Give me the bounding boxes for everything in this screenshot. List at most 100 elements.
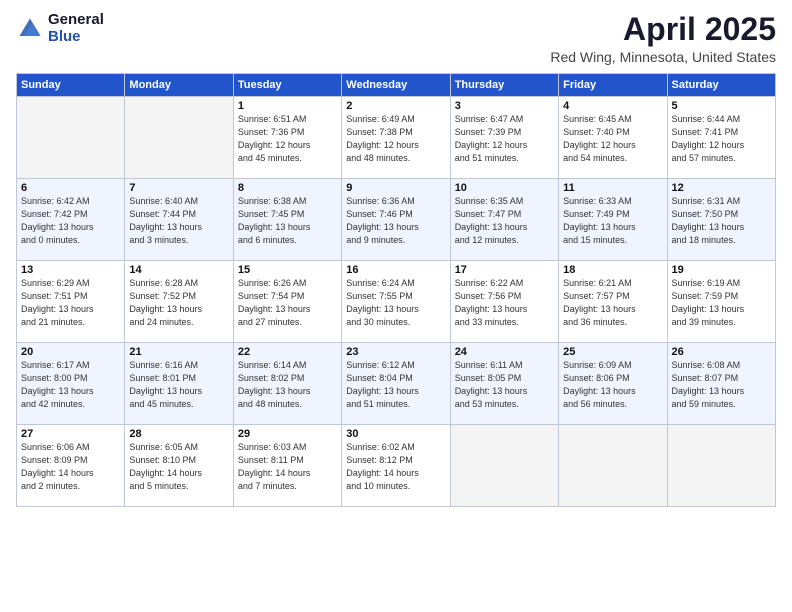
day-info: Sunrise: 6:14 AM Sunset: 8:02 PM Dayligh… (238, 359, 337, 411)
day-info: Sunrise: 6:31 AM Sunset: 7:50 PM Dayligh… (672, 195, 771, 247)
logo: General Blue (16, 12, 104, 45)
calendar-table: SundayMondayTuesdayWednesdayThursdayFrid… (16, 73, 776, 507)
day-cell: 17Sunrise: 6:22 AM Sunset: 7:56 PM Dayli… (450, 261, 558, 343)
day-cell: 10Sunrise: 6:35 AM Sunset: 7:47 PM Dayli… (450, 179, 558, 261)
day-info: Sunrise: 6:11 AM Sunset: 8:05 PM Dayligh… (455, 359, 554, 411)
day-number: 17 (455, 264, 554, 276)
day-info: Sunrise: 6:47 AM Sunset: 7:39 PM Dayligh… (455, 113, 554, 165)
day-number: 7 (129, 182, 228, 194)
day-info: Sunrise: 6:08 AM Sunset: 8:07 PM Dayligh… (672, 359, 771, 411)
day-number: 8 (238, 182, 337, 194)
page: General Blue April 2025 Red Wing, Minnes… (0, 0, 792, 612)
day-info: Sunrise: 6:44 AM Sunset: 7:41 PM Dayligh… (672, 113, 771, 165)
day-number: 20 (21, 346, 120, 358)
day-number: 23 (346, 346, 445, 358)
day-info: Sunrise: 6:24 AM Sunset: 7:55 PM Dayligh… (346, 277, 445, 329)
day-cell: 26Sunrise: 6:08 AM Sunset: 8:07 PM Dayli… (667, 343, 775, 425)
day-info: Sunrise: 6:51 AM Sunset: 7:36 PM Dayligh… (238, 113, 337, 165)
day-number: 30 (346, 428, 445, 440)
day-cell: 14Sunrise: 6:28 AM Sunset: 7:52 PM Dayli… (125, 261, 233, 343)
day-cell (667, 425, 775, 507)
week-row-3: 13Sunrise: 6:29 AM Sunset: 7:51 PM Dayli… (17, 261, 776, 343)
day-cell: 4Sunrise: 6:45 AM Sunset: 7:40 PM Daylig… (559, 97, 667, 179)
day-number: 29 (238, 428, 337, 440)
day-cell: 29Sunrise: 6:03 AM Sunset: 8:11 PM Dayli… (233, 425, 341, 507)
day-info: Sunrise: 6:06 AM Sunset: 8:09 PM Dayligh… (21, 441, 120, 493)
day-cell: 21Sunrise: 6:16 AM Sunset: 8:01 PM Dayli… (125, 343, 233, 425)
col-header-saturday: Saturday (667, 74, 775, 97)
header: General Blue April 2025 Red Wing, Minnes… (16, 12, 776, 65)
day-number: 11 (563, 182, 662, 194)
day-number: 9 (346, 182, 445, 194)
title-location: Red Wing, Minnesota, United States (550, 49, 776, 65)
day-info: Sunrise: 6:05 AM Sunset: 8:10 PM Dayligh… (129, 441, 228, 493)
day-number: 22 (238, 346, 337, 358)
logo-general: General (48, 12, 104, 29)
header-row: SundayMondayTuesdayWednesdayThursdayFrid… (17, 74, 776, 97)
col-header-sunday: Sunday (17, 74, 125, 97)
day-number: 2 (346, 100, 445, 112)
day-number: 26 (672, 346, 771, 358)
week-row-4: 20Sunrise: 6:17 AM Sunset: 8:00 PM Dayli… (17, 343, 776, 425)
col-header-friday: Friday (559, 74, 667, 97)
day-cell (17, 97, 125, 179)
day-cell: 19Sunrise: 6:19 AM Sunset: 7:59 PM Dayli… (667, 261, 775, 343)
day-cell: 3Sunrise: 6:47 AM Sunset: 7:39 PM Daylig… (450, 97, 558, 179)
day-cell: 28Sunrise: 6:05 AM Sunset: 8:10 PM Dayli… (125, 425, 233, 507)
day-info: Sunrise: 6:21 AM Sunset: 7:57 PM Dayligh… (563, 277, 662, 329)
day-number: 13 (21, 264, 120, 276)
day-number: 10 (455, 182, 554, 194)
title-block: April 2025 Red Wing, Minnesota, United S… (550, 12, 776, 65)
day-cell: 25Sunrise: 6:09 AM Sunset: 8:06 PM Dayli… (559, 343, 667, 425)
day-number: 28 (129, 428, 228, 440)
day-info: Sunrise: 6:02 AM Sunset: 8:12 PM Dayligh… (346, 441, 445, 493)
day-cell: 22Sunrise: 6:14 AM Sunset: 8:02 PM Dayli… (233, 343, 341, 425)
logo-icon (16, 15, 44, 43)
day-cell: 9Sunrise: 6:36 AM Sunset: 7:46 PM Daylig… (342, 179, 450, 261)
day-cell: 16Sunrise: 6:24 AM Sunset: 7:55 PM Dayli… (342, 261, 450, 343)
day-number: 3 (455, 100, 554, 112)
day-info: Sunrise: 6:29 AM Sunset: 7:51 PM Dayligh… (21, 277, 120, 329)
day-number: 5 (672, 100, 771, 112)
day-cell (450, 425, 558, 507)
day-cell: 30Sunrise: 6:02 AM Sunset: 8:12 PM Dayli… (342, 425, 450, 507)
day-number: 1 (238, 100, 337, 112)
day-cell: 2Sunrise: 6:49 AM Sunset: 7:38 PM Daylig… (342, 97, 450, 179)
week-row-1: 1Sunrise: 6:51 AM Sunset: 7:36 PM Daylig… (17, 97, 776, 179)
day-cell: 11Sunrise: 6:33 AM Sunset: 7:49 PM Dayli… (559, 179, 667, 261)
day-number: 27 (21, 428, 120, 440)
day-info: Sunrise: 6:36 AM Sunset: 7:46 PM Dayligh… (346, 195, 445, 247)
logo-text: General Blue (48, 12, 104, 45)
day-cell: 23Sunrise: 6:12 AM Sunset: 8:04 PM Dayli… (342, 343, 450, 425)
day-info: Sunrise: 6:35 AM Sunset: 7:47 PM Dayligh… (455, 195, 554, 247)
day-number: 19 (672, 264, 771, 276)
day-number: 12 (672, 182, 771, 194)
day-info: Sunrise: 6:22 AM Sunset: 7:56 PM Dayligh… (455, 277, 554, 329)
day-info: Sunrise: 6:28 AM Sunset: 7:52 PM Dayligh… (129, 277, 228, 329)
day-cell: 5Sunrise: 6:44 AM Sunset: 7:41 PM Daylig… (667, 97, 775, 179)
week-row-5: 27Sunrise: 6:06 AM Sunset: 8:09 PM Dayli… (17, 425, 776, 507)
day-cell: 20Sunrise: 6:17 AM Sunset: 8:00 PM Dayli… (17, 343, 125, 425)
col-header-wednesday: Wednesday (342, 74, 450, 97)
day-number: 15 (238, 264, 337, 276)
day-cell: 15Sunrise: 6:26 AM Sunset: 7:54 PM Dayli… (233, 261, 341, 343)
title-month: April 2025 (550, 12, 776, 47)
day-info: Sunrise: 6:12 AM Sunset: 8:04 PM Dayligh… (346, 359, 445, 411)
day-cell: 6Sunrise: 6:42 AM Sunset: 7:42 PM Daylig… (17, 179, 125, 261)
day-number: 21 (129, 346, 228, 358)
week-row-2: 6Sunrise: 6:42 AM Sunset: 7:42 PM Daylig… (17, 179, 776, 261)
col-header-tuesday: Tuesday (233, 74, 341, 97)
day-cell: 13Sunrise: 6:29 AM Sunset: 7:51 PM Dayli… (17, 261, 125, 343)
day-info: Sunrise: 6:40 AM Sunset: 7:44 PM Dayligh… (129, 195, 228, 247)
day-info: Sunrise: 6:33 AM Sunset: 7:49 PM Dayligh… (563, 195, 662, 247)
day-info: Sunrise: 6:42 AM Sunset: 7:42 PM Dayligh… (21, 195, 120, 247)
logo-blue: Blue (48, 29, 104, 46)
day-info: Sunrise: 6:26 AM Sunset: 7:54 PM Dayligh… (238, 277, 337, 329)
col-header-monday: Monday (125, 74, 233, 97)
day-info: Sunrise: 6:49 AM Sunset: 7:38 PM Dayligh… (346, 113, 445, 165)
day-cell (125, 97, 233, 179)
day-info: Sunrise: 6:45 AM Sunset: 7:40 PM Dayligh… (563, 113, 662, 165)
day-info: Sunrise: 6:17 AM Sunset: 8:00 PM Dayligh… (21, 359, 120, 411)
day-cell: 27Sunrise: 6:06 AM Sunset: 8:09 PM Dayli… (17, 425, 125, 507)
day-number: 24 (455, 346, 554, 358)
